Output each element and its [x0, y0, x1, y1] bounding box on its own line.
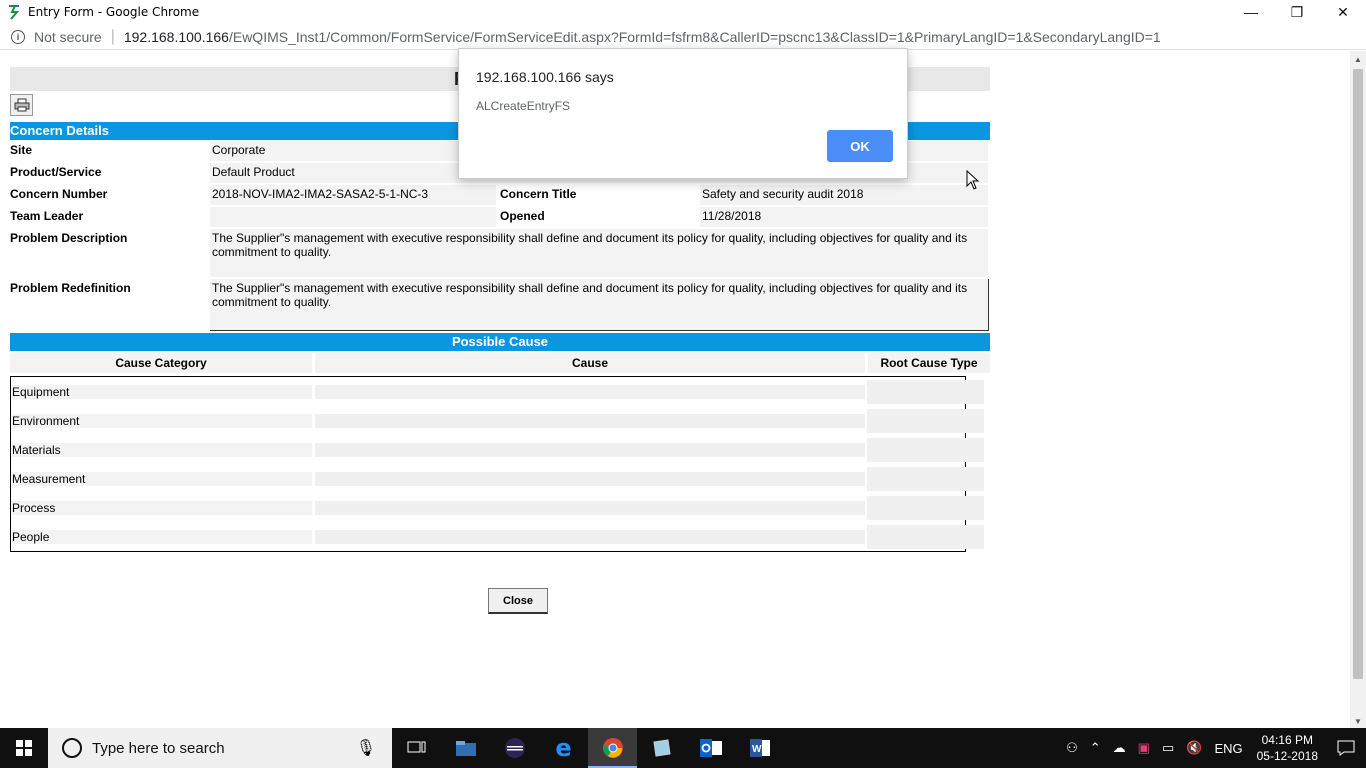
clock-time: 04:16 PM	[1261, 733, 1313, 747]
address-bar[interactable]: i Not secure | 192.168.100.166/EwQIMS_In…	[0, 24, 1366, 50]
taskbar: Type here to search 🎙 e W ⚇ ⌃ ☁ ▣ ▭ 🔇 EN	[0, 728, 1366, 768]
url-text[interactable]: 192.168.100.166/EwQIMS_Inst1/Common/Form…	[124, 29, 1161, 45]
cause-category-process: Process	[12, 501, 312, 515]
print-button[interactable]	[10, 94, 33, 116]
root-cause-input-materials[interactable]	[867, 438, 984, 462]
root-cause-input-environment[interactable]	[867, 409, 984, 433]
problem-description-value: The Supplier"s management with executive…	[210, 229, 988, 277]
concern-number-row: Concern Number 2018-NOV-IMA2-IMA2-SASA2-…	[10, 185, 990, 205]
root-cause-input-equipment[interactable]	[867, 380, 984, 404]
cause-input-process[interactable]	[315, 501, 865, 515]
problem-description-row: Problem Description The Supplier"s manag…	[10, 229, 990, 277]
printer-icon	[14, 98, 29, 112]
concern-title-value: Safety and security audit 2018	[700, 185, 988, 205]
alert-title: 192.168.100.166 says	[476, 69, 614, 85]
volume-muted-icon[interactable]: 🔇	[1186, 740, 1202, 756]
action-center-icon[interactable]	[1326, 740, 1366, 756]
window-titlebar: Entry Form - Google Chrome — ❐ ✕	[0, 0, 1366, 24]
alert-dialog: 192.168.100.166 says ALCreateEntryFS OK	[458, 48, 908, 179]
clock[interactable]: 04:16 PM 05-12-2018	[1257, 732, 1318, 764]
cause-category-environment: Environment	[12, 414, 312, 428]
close-window-button[interactable]: ✕	[1320, 0, 1366, 24]
microphone-icon[interactable]: 🎙	[356, 738, 376, 758]
cause-input-equipment[interactable]	[315, 385, 865, 399]
cause-category-equipment: Equipment	[12, 385, 312, 399]
product-label: Product/Service	[10, 165, 102, 179]
app-logo-icon	[9, 5, 20, 20]
concern-number-label: Concern Number	[10, 187, 108, 201]
team-leader-row: Team Leader Opened 11/28/2018	[10, 207, 990, 227]
cause-header: Cause	[315, 353, 865, 373]
cause-input-measurement[interactable]	[315, 472, 865, 486]
word-icon[interactable]: W	[735, 728, 784, 768]
possible-cause-header: Possible Cause	[10, 333, 990, 351]
system-tray: ⚇ ⌃ ☁ ▣ ▭ 🔇 ENG 04:16 PM 05-12-2018	[1060, 728, 1366, 768]
cause-input-environment[interactable]	[315, 414, 865, 428]
root-cause-input-process[interactable]	[867, 496, 984, 520]
cause-category-measurement: Measurement	[12, 472, 312, 486]
cause-input-materials[interactable]	[315, 443, 865, 457]
root-cause-input-people[interactable]	[867, 525, 984, 549]
onedrive-icon[interactable]: ☁	[1113, 740, 1126, 756]
opened-value: 11/28/2018	[700, 207, 988, 227]
root-cause-type-header: Root Cause Type	[868, 353, 990, 373]
problem-redefinition-row: Problem Redefinition The Supplier"s mana…	[10, 279, 990, 331]
concern-title-label: Concern Title	[500, 187, 577, 201]
concern-number-value: 2018-NOV-IMA2-IMA2-SASA2-5-1-NC-3	[210, 185, 496, 205]
mouse-cursor-icon	[966, 170, 980, 190]
chrome-icon[interactable]	[588, 728, 637, 768]
concern-details-title: Concern Details	[10, 123, 109, 138]
edge-browser-icon[interactable]: e	[539, 728, 588, 768]
outlook-icon[interactable]	[686, 728, 735, 768]
team-leader-label: Team Leader	[10, 209, 84, 223]
cause-input-people[interactable]	[315, 530, 865, 544]
start-button[interactable]	[0, 728, 48, 768]
problem-redefinition-value[interactable]: The Supplier"s management with executive…	[210, 279, 989, 331]
file-explorer-icon[interactable]	[441, 728, 490, 768]
possible-cause-title: Possible Cause	[451, 334, 549, 349]
scroll-up-icon[interactable]: ▲	[1354, 55, 1362, 64]
site-label: Site	[10, 143, 33, 157]
url-host[interactable]: 192.168.100.166	[124, 29, 229, 45]
scrollbar-thumb[interactable]	[1353, 69, 1363, 679]
team-leader-value	[210, 207, 496, 227]
language-indicator[interactable]: ENG	[1214, 741, 1242, 756]
close-form-button[interactable]: Close	[488, 588, 548, 614]
alert-message: ALCreateEntryFS	[476, 99, 571, 113]
search-placeholder[interactable]: Type here to search	[92, 740, 225, 757]
url-path[interactable]: /EwQIMS_Inst1/Common/FormService/FormSer…	[229, 29, 1161, 45]
problem-description-label: Problem Description	[10, 231, 128, 245]
restore-button[interactable]: ❐	[1274, 0, 1320, 24]
windows-logo-icon	[16, 740, 32, 756]
opened-label: Opened	[500, 209, 545, 223]
problem-redefinition-label: Problem Redefinition	[10, 281, 131, 295]
cortana-icon[interactable]	[62, 738, 82, 758]
info-icon[interactable]: i	[11, 29, 25, 44]
eclipse-icon[interactable]	[490, 728, 539, 768]
address-divider: |	[110, 27, 115, 45]
alert-ok-button[interactable]: OK	[827, 130, 893, 162]
window-title: Entry Form - Google Chrome	[28, 5, 200, 19]
app-tray-icon[interactable]: ▣	[1138, 740, 1150, 756]
minimize-button[interactable]: —	[1228, 0, 1274, 24]
task-view-icon[interactable]	[392, 728, 441, 768]
show-hidden-icons-icon[interactable]: ⌃	[1090, 740, 1101, 756]
scroll-down-icon[interactable]: ▼	[1354, 717, 1362, 726]
notepad-icon[interactable]	[637, 728, 686, 768]
cause-category-materials: Materials	[12, 443, 312, 457]
people-icon[interactable]: ⚇	[1066, 740, 1078, 756]
cause-category-header: Cause Category	[10, 353, 312, 373]
vertical-scrollbar[interactable]: ▲ ▼	[1350, 51, 1366, 728]
cause-category-people: People	[12, 530, 312, 544]
taskbar-search[interactable]: Type here to search 🎙	[48, 728, 392, 768]
security-label[interactable]: Not secure	[34, 29, 102, 45]
cause-table	[10, 376, 966, 552]
root-cause-input-measurement[interactable]	[867, 467, 984, 491]
clock-date: 05-12-2018	[1256, 749, 1318, 763]
svg-text:W: W	[752, 744, 762, 755]
network-icon[interactable]: ▭	[1162, 740, 1174, 756]
